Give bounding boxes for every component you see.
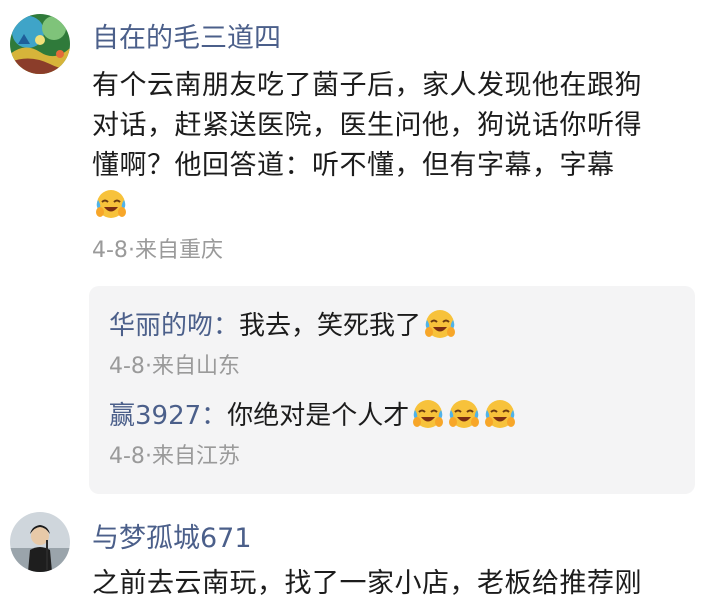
reply-separator: ： — [201, 401, 228, 431]
laughing-crying-emoji-icon — [423, 306, 457, 340]
avatar-person-photo-image — [10, 512, 70, 572]
comment-content-line: 有个云南朋友吃了菌子后，家人发现他在跟狗 — [92, 70, 642, 101]
comment-username[interactable]: 自在的毛三道四 — [92, 22, 281, 56]
reply-item[interactable]: 华丽的吻：我去，笑死我了 4-8·来自山东 — [109, 306, 689, 382]
avatar[interactable] — [10, 14, 70, 74]
reply-line: 华丽的吻：我去，笑死我了 — [109, 306, 689, 344]
reply-username[interactable]: 赢3927 — [109, 401, 201, 431]
meta-separator: · — [144, 444, 152, 469]
reply-meta: 4-8·来自江苏 — [109, 442, 689, 472]
comment-content: 之前去云南玩，找了一家小店，老板给推荐刚 — [92, 564, 642, 604]
comment-meta: 4-8·来自重庆 — [92, 236, 223, 266]
avatar[interactable] — [10, 512, 70, 572]
reply-line: 赢3927：你绝对是个人才 — [109, 396, 689, 434]
comment-emoji-line — [92, 186, 642, 226]
comment-content: 有个云南朋友吃了菌子后，家人发现他在跟狗 对话，赶紧送医院，医生问他，狗说话你听… — [92, 66, 642, 226]
reply-username[interactable]: 华丽的吻 — [109, 311, 213, 341]
meta-separator: · — [144, 354, 152, 379]
reply-item[interactable]: 赢3927：你绝对是个人才 4-8·来自江苏 — [109, 396, 689, 472]
comment-date: 4-8 — [92, 238, 128, 263]
reply-date: 4-8 — [109, 354, 145, 379]
reply-box[interactable]: 华丽的吻：我去，笑死我了 4-8·来自山东 赢3927：你绝对是个人才 4-8·… — [89, 286, 695, 494]
reply-text: 我去，笑死我了 — [239, 311, 422, 341]
reply-date: 4-8 — [109, 444, 145, 469]
comment-content-line: 对话，赶紧送医院，医生问他，狗说话你听得 — [92, 110, 642, 141]
comment-content-line: 懂啊？他回答道：听不懂，但有字幕，字幕 — [92, 150, 615, 181]
comment-username[interactable]: 与梦孤城671 — [92, 522, 252, 556]
reply-separator: ： — [213, 311, 240, 341]
laughing-crying-emoji-icon — [483, 396, 517, 430]
laughing-crying-emoji-icon — [411, 396, 445, 430]
laughing-crying-emoji-icon — [447, 396, 481, 430]
comment-location: 来自重庆 — [134, 238, 223, 263]
laughing-crying-emoji-icon — [94, 186, 128, 220]
meta-separator: · — [127, 238, 135, 263]
reply-location: 来自江苏 — [151, 444, 240, 469]
reply-meta: 4-8·来自山东 — [109, 352, 689, 382]
reply-location: 来自山东 — [151, 354, 240, 379]
comment-content-line: 之前去云南玩，找了一家小店，老板给推荐刚 — [92, 568, 642, 599]
reply-text: 你绝对是个人才 — [227, 401, 410, 431]
avatar-painting-image — [10, 14, 70, 74]
